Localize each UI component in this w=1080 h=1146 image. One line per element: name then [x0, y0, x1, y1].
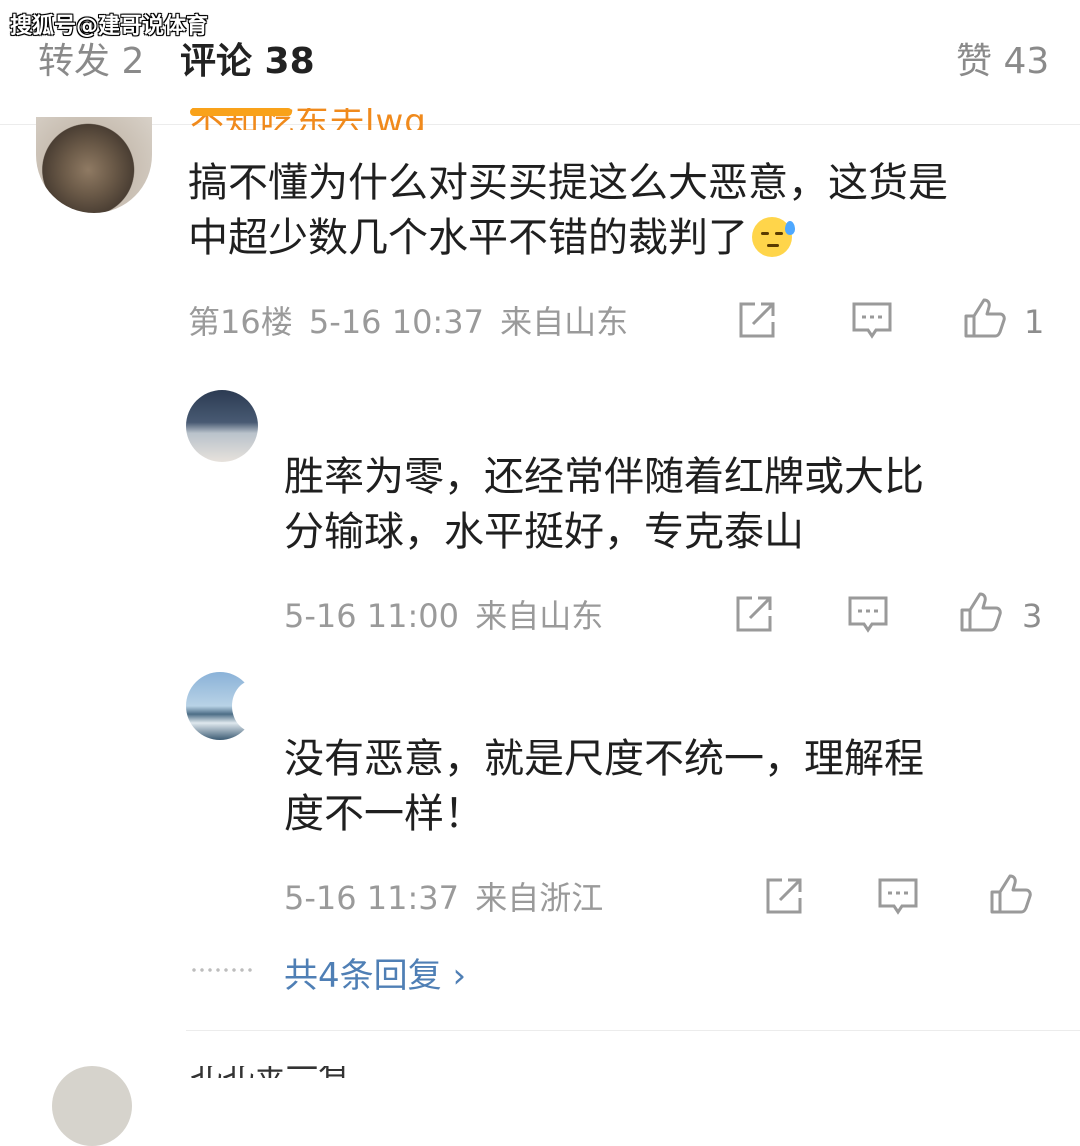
location: 来自浙江	[475, 879, 604, 917]
reply-meta: 5-16 11:37 来自浙江	[284, 878, 603, 918]
sweat-emoji-icon	[752, 217, 795, 257]
header-divider	[0, 124, 1080, 125]
view-more-replies-link[interactable]: 共4条回复 ›	[284, 954, 466, 998]
reply-meta: 5-16 11:00 来自山东	[284, 596, 603, 636]
reply-author-name[interactable]: 一一	[290, 672, 400, 680]
reply-text: 胜率为零，还经常伴随着红牌或大比 分输球，水平挺好，专克泰山	[284, 454, 924, 555]
tab-repost[interactable]: 转发 2	[38, 40, 144, 84]
next-comment-author[interactable]: 北北金一有	[190, 1066, 440, 1078]
avatar[interactable]	[52, 1066, 132, 1146]
dotted-indicator	[190, 968, 254, 972]
timestamp: 5-16 10:37	[308, 303, 484, 341]
location: 来自山东	[475, 597, 604, 635]
avatar[interactable]	[186, 390, 258, 462]
like-icon[interactable]	[962, 296, 1006, 340]
comment-meta: 第16楼 5-16 10:37 来自山东	[188, 302, 628, 342]
tab-comments[interactable]: 评论 38	[180, 40, 315, 84]
share-icon[interactable]	[735, 298, 779, 342]
like-count: 1	[1024, 303, 1045, 341]
active-tab-indicator	[190, 108, 292, 116]
floor-label: 第16楼	[188, 303, 293, 341]
like-count: 3	[1022, 597, 1043, 635]
reply-text: 没有恶意，就是尺度不统一，理解程 度不一样！	[284, 736, 924, 837]
reply-icon[interactable]	[846, 592, 890, 636]
watermark: 搜狐号@建哥说体育	[10, 14, 209, 39]
like-icon[interactable]	[988, 872, 1032, 916]
comment-divider	[186, 1030, 1080, 1031]
share-icon[interactable]	[732, 592, 776, 636]
share-icon[interactable]	[762, 874, 806, 918]
like-icon[interactable]	[958, 590, 1002, 634]
comment-text: 搞不懂为什么对买买提这么大恶意，这货是 中超少数几个水平不错的裁判了	[188, 160, 948, 261]
timestamp: 5-16 11:37	[284, 879, 460, 917]
reply-icon[interactable]	[876, 874, 920, 918]
avatar[interactable]	[36, 117, 152, 213]
tab-likes[interactable]: 赞 43	[956, 40, 1049, 84]
timestamp: 5-16 11:00	[284, 597, 460, 635]
reply-icon[interactable]	[850, 298, 894, 342]
location: 来自山东	[500, 303, 629, 341]
avatar[interactable]	[186, 672, 276, 740]
